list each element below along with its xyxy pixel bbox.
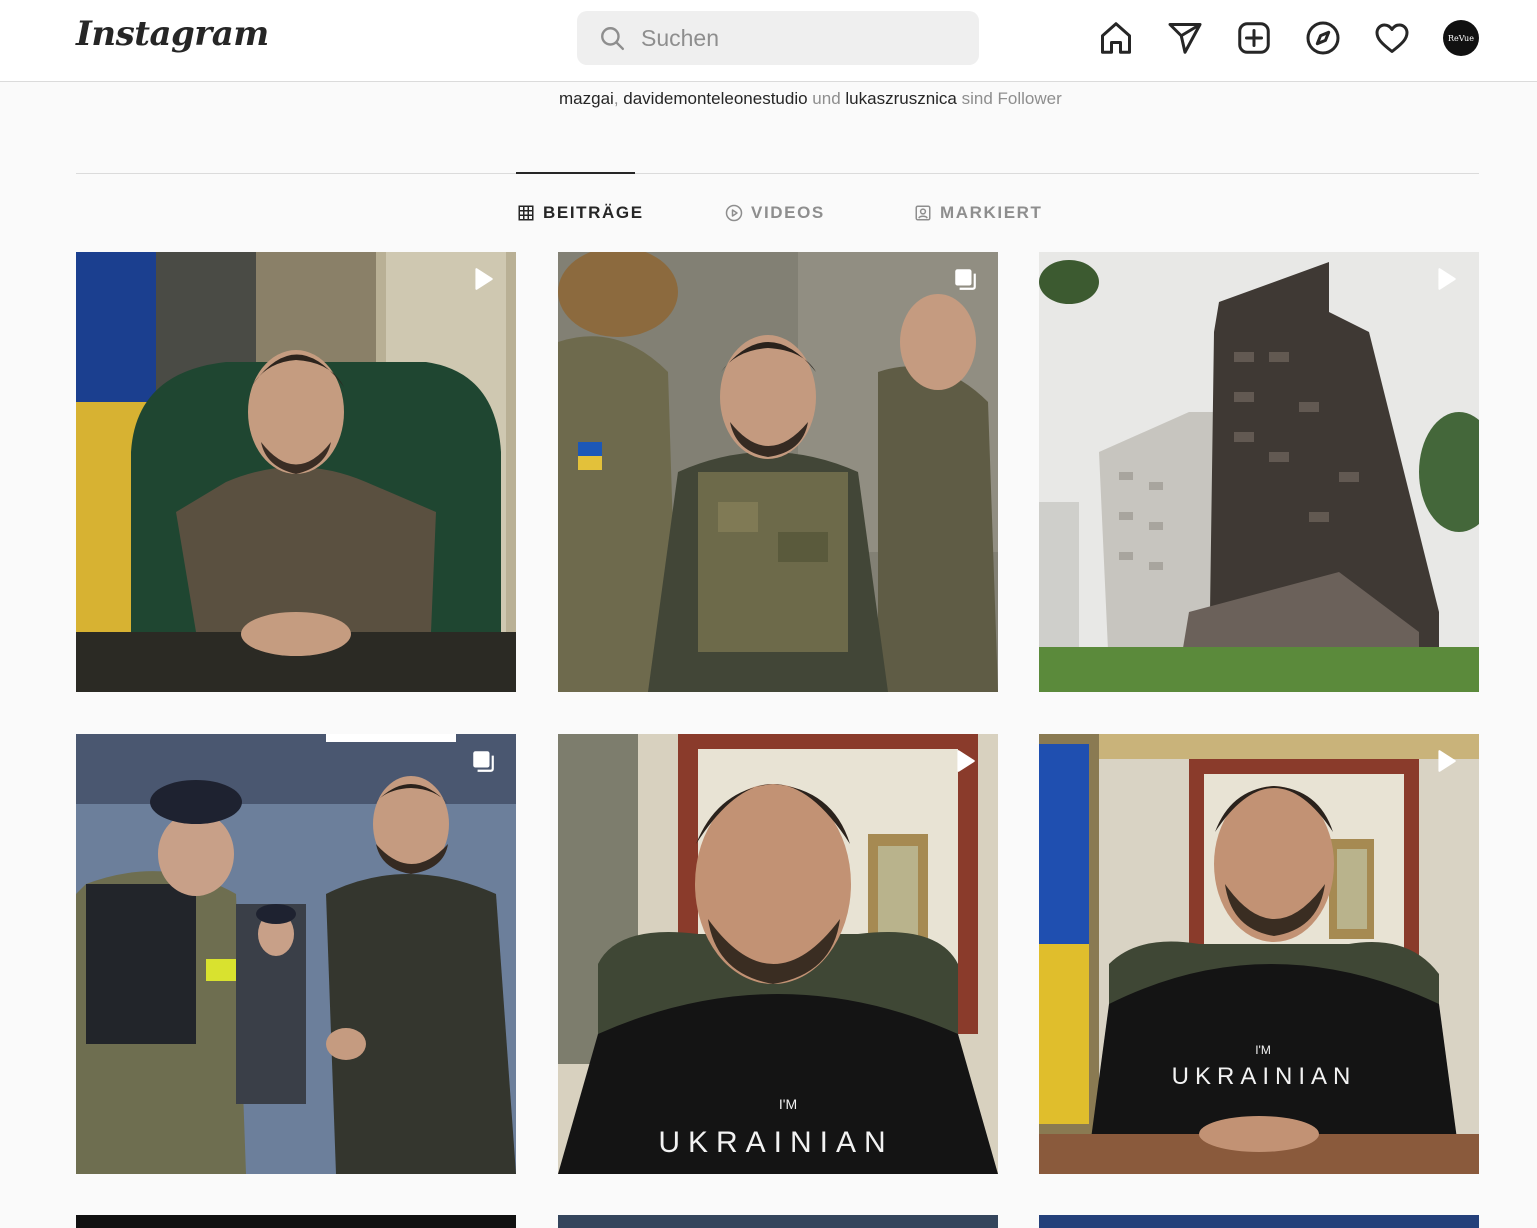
post-thumbnail[interactable]: [1039, 252, 1479, 692]
instagram-logo[interactable]: Instagram: [76, 14, 269, 54]
followed-by-line: mazgai, davidemonteleonestudio und lukas…: [559, 89, 1062, 111]
tab-videos[interactable]: VIDEOS: [725, 200, 825, 226]
separator-text: ,: [613, 89, 624, 108]
explore-icon[interactable]: [1304, 19, 1342, 57]
reel-icon: [1438, 750, 1456, 772]
carousel-icon: [955, 269, 976, 290]
and-text: und: [807, 89, 846, 108]
tagged-user-icon: [915, 205, 931, 221]
follower-link[interactable]: davidemonteleonestudio: [623, 89, 807, 108]
reel-icon: [957, 750, 975, 772]
post-thumbnail[interactable]: [76, 1215, 516, 1228]
follower-link[interactable]: lukaszrusznica: [845, 89, 957, 108]
search-box[interactable]: [577, 11, 979, 65]
shirt-small-text: I'M: [779, 1096, 797, 1112]
post-image: I'M UKRAINIAN: [1039, 734, 1479, 1174]
grid-icon: [518, 205, 534, 221]
reel-icon: [475, 268, 493, 290]
post-image: [76, 252, 516, 692]
post-thumbnail[interactable]: I'M UKRAINIAN: [1039, 734, 1479, 1174]
play-circle-icon: [725, 204, 743, 222]
post-thumbnail[interactable]: [1039, 1215, 1479, 1228]
post-thumbnail[interactable]: [76, 252, 516, 692]
post-image: [76, 734, 516, 1174]
search-icon: [601, 27, 625, 51]
tab-tagged[interactable]: MARKIERT: [914, 200, 1043, 226]
activity-heart-icon[interactable]: [1373, 19, 1411, 57]
new-post-icon[interactable]: [1235, 19, 1273, 57]
active-tab-indicator: [516, 172, 635, 174]
post-thumbnail[interactable]: [76, 734, 516, 1174]
post-thumbnail[interactable]: [558, 1215, 998, 1228]
reel-icon: [1438, 268, 1456, 290]
shirt-small-text: I'M: [1255, 1043, 1271, 1057]
followers-suffix: sind Follower: [956, 89, 1062, 108]
profile-avatar[interactable]: ReVue: [1443, 20, 1479, 56]
direct-message-icon[interactable]: [1166, 19, 1204, 57]
post-image: I'M UKRAINIAN: [558, 734, 998, 1174]
post-thumbnail[interactable]: I'M UKRAINIAN: [558, 734, 998, 1174]
carousel-icon: [473, 751, 494, 772]
tab-divider: [76, 173, 1479, 174]
top-navigation-bar: Instagram ReVue: [0, 0, 1537, 82]
shirt-large-text: UKRAINIAN: [1172, 1063, 1357, 1090]
post-thumbnail[interactable]: [558, 252, 998, 692]
follower-link[interactable]: mazgai: [559, 89, 614, 108]
tab-label: VIDEOS: [751, 203, 825, 222]
search-input[interactable]: [641, 11, 961, 65]
tab-posts[interactable]: BEITRÄGE: [517, 200, 644, 226]
shirt-large-text: UKRAINIAN: [658, 1126, 893, 1159]
tab-label: MARKIERT: [940, 203, 1043, 222]
tab-label: BEITRÄGE: [543, 203, 644, 222]
post-image: [1039, 252, 1479, 692]
post-image: [558, 252, 998, 692]
home-icon[interactable]: [1097, 19, 1135, 57]
